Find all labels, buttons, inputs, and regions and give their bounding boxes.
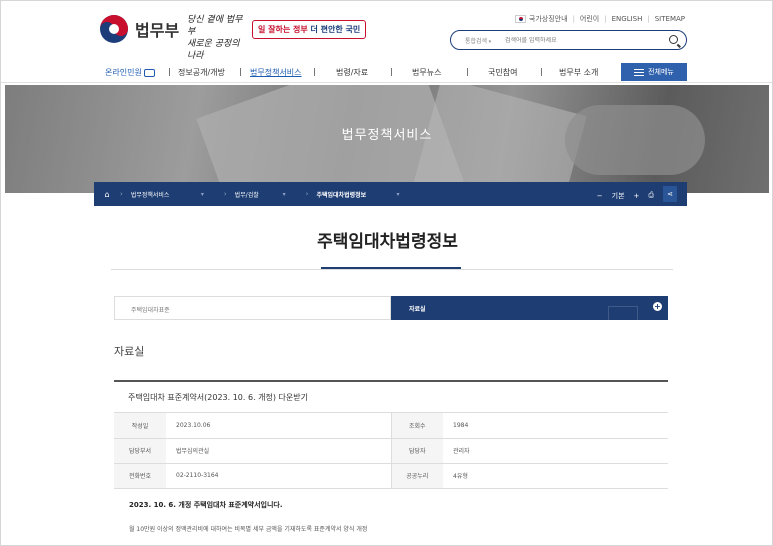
share-icon[interactable]: ⋖ (663, 186, 677, 202)
print-icon[interactable]: ⎙ (648, 191, 654, 200)
util-link-english[interactable]: ENGLISH (612, 15, 643, 23)
nav-item-info-disclosure[interactable]: 정보공개/개방 (178, 67, 225, 78)
slogan-line-2: 새로운 공정의 나라 (187, 39, 240, 61)
util-link-sitemap[interactable]: SITEMAP (655, 15, 685, 23)
util-link-symbols[interactable]: 국가상징안내 (529, 14, 568, 24)
ministry-logo[interactable]: 법무부 (99, 14, 179, 44)
tab-lease-standard[interactable]: 주택임대차표준 (114, 296, 391, 320)
board-view: 주택임대차 표준계약서(2023. 10. 6. 개정) 다운받기 작성일 20… (114, 380, 668, 489)
meta-label: 담당부서 (114, 438, 166, 464)
chevron-right-icon: › (120, 190, 123, 198)
breadcrumb-level-2[interactable]: 법무/검찰 (235, 190, 283, 199)
post-subject: 주택임대차 표준계약서(2023. 10. 6. 개정) 다운받기 (114, 382, 668, 413)
chevron-right-icon: › (305, 190, 309, 198)
section-title: 자료실 (114, 345, 145, 358)
all-menu-button[interactable]: 전체메뉴 (621, 63, 687, 81)
sub-tabs: 주택임대차표준 자료실 + (114, 296, 668, 320)
plus-circle-icon[interactable]: + (653, 302, 662, 311)
all-menu-label: 전체메뉴 (648, 68, 674, 76)
search-input[interactable] (505, 36, 645, 44)
hamburger-icon (634, 68, 645, 76)
separator: | (572, 15, 575, 23)
campaign-badge: 일 잘하는 정부 더 편안한 국민 (252, 20, 367, 39)
nav-item-participation[interactable]: 국민참여 (488, 67, 517, 78)
campaign-red-text: 일 잘하는 정부 (258, 25, 308, 34)
breadcrumb-current[interactable]: 주택임대차법령정보 (316, 190, 396, 199)
nav-divider: | (390, 67, 393, 76)
search-box: 통합검색 (450, 30, 687, 50)
nav-divider: | (540, 67, 543, 76)
banner-title: 법무정책서비스 (341, 128, 433, 143)
util-link-kids[interactable]: 어린이 (580, 14, 599, 24)
building-decoration-icon (608, 306, 638, 320)
table-row: 담당부서 법무심의관실 담당자 관리자 (114, 438, 668, 464)
separator: | (604, 15, 607, 23)
font-increase-button[interactable]: + (634, 192, 640, 200)
utility-links: 국가상징안내 | 어린이 | ENGLISH | SITEMAP (514, 14, 685, 24)
nav-item-about[interactable]: 법무부 소개 (559, 67, 598, 78)
chevron-down-icon[interactable]: ▾ (201, 191, 204, 198)
nav-item-policy-service[interactable]: 법무정책서비스 (250, 67, 302, 78)
separator: | (647, 15, 650, 23)
nav-divider: | (466, 67, 469, 76)
divider (111, 269, 673, 270)
nav-item-news[interactable]: 법무뉴스 (412, 67, 441, 78)
nav-divider: | (239, 67, 242, 76)
hero-banner: 법무정책서비스 (5, 85, 769, 193)
meta-value: 관리자 (443, 438, 668, 464)
meta-value: 법무심의관실 (166, 438, 391, 464)
nav-online-petition[interactable]: 온라인민원 (105, 67, 156, 78)
taegeuk-logo-icon (100, 15, 128, 43)
chevron-right-icon: › (223, 190, 227, 198)
nav-divider: | (313, 67, 316, 76)
meta-label: 조회수 (390, 413, 443, 439)
page-tools: − 기본 + ⎙ ⋖ (597, 186, 677, 202)
font-decrease-button[interactable]: − (597, 192, 603, 200)
slogan-line-1: 당신 곁에 법무부 (187, 15, 243, 37)
logo-text: 법무부 (135, 21, 180, 40)
meta-value: 1984 (443, 413, 668, 439)
meta-value: 2023.10.06 (166, 413, 391, 439)
meta-label: 담당자 (390, 438, 443, 464)
campaign-blue-text: 더 편안한 국민 (310, 25, 361, 34)
font-size-label: 기본 (611, 191, 625, 200)
chevron-down-icon[interactable]: ▾ (283, 191, 286, 198)
page: 법무부 당신 곁에 법무부 새로운 공정의 나라 일 잘하는 정부 더 편안한 … (0, 0, 773, 546)
korea-flag-icon (514, 15, 526, 23)
nav-divider: | (168, 67, 171, 76)
post-content-title: 2023. 10. 6. 개정 주택임대차 표준계약서입니다. (129, 501, 283, 509)
tab-archive-label: 자료실 (409, 306, 426, 313)
table-row: 전화번호 02-2110-3164 공공누리 4유형 (114, 463, 668, 489)
table-row: 작성일 2023.10.06 조회수 1984 (114, 413, 668, 439)
chat-bubble-icon (144, 68, 156, 77)
post-content-body: 월 10만원 이상의 정액관리비에 대하여는 비목별 세부 금액을 기재하도록 … (129, 526, 368, 533)
home-icon[interactable]: ⌂ (94, 190, 120, 199)
breadcrumb-level-1[interactable]: 법무정책서비스 (131, 190, 201, 199)
meta-label: 공공누리 (390, 463, 443, 489)
meta-label: 전화번호 (114, 463, 166, 489)
meta-value: 4유형 (443, 463, 668, 489)
tab-archive[interactable]: 자료실 + (391, 296, 668, 320)
breadcrumb: ⌂ › 법무정책서비스 ▾ › 법무/검찰 ▾ › 주택임대차법령정보 ▾ − … (94, 182, 687, 206)
title-underline (321, 267, 461, 269)
page-title: 주택임대차법령정보 (317, 232, 458, 252)
search-scope-select[interactable]: 통합검색 (465, 36, 505, 45)
nav-item-laws[interactable]: 법령/자료 (336, 67, 368, 78)
search-icon[interactable] (669, 35, 678, 44)
chevron-down-icon[interactable]: ▾ (396, 191, 399, 198)
slogan-calligraphy: 당신 곁에 법무부 새로운 공정의 나라 (187, 14, 249, 62)
meta-value: 02-2110-3164 (166, 463, 391, 489)
nav-online-label: 온라인민원 (105, 68, 142, 77)
meta-label: 작성일 (114, 413, 166, 439)
post-meta-table: 작성일 2023.10.06 조회수 1984 담당부서 법무심의관실 담당자 … (114, 413, 668, 489)
